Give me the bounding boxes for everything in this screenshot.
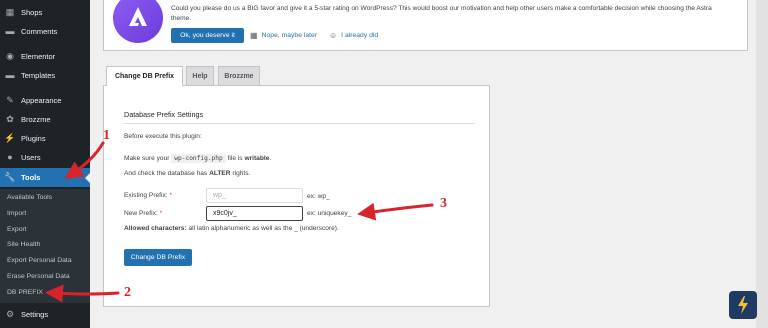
annotation-2: 2 [124,285,131,300]
tab-change-db-prefix[interactable]: Change DB Prefix [106,66,183,86]
arrow-1 [64,141,105,179]
annotation-arrows [45,141,434,303]
annotation-1: 1 [103,128,110,143]
corner-logo-badge [729,291,757,319]
lightning-icon [738,296,748,314]
arrow-3 [357,202,434,221]
annotation-3: 3 [440,196,447,211]
arrow-2 [45,284,120,303]
